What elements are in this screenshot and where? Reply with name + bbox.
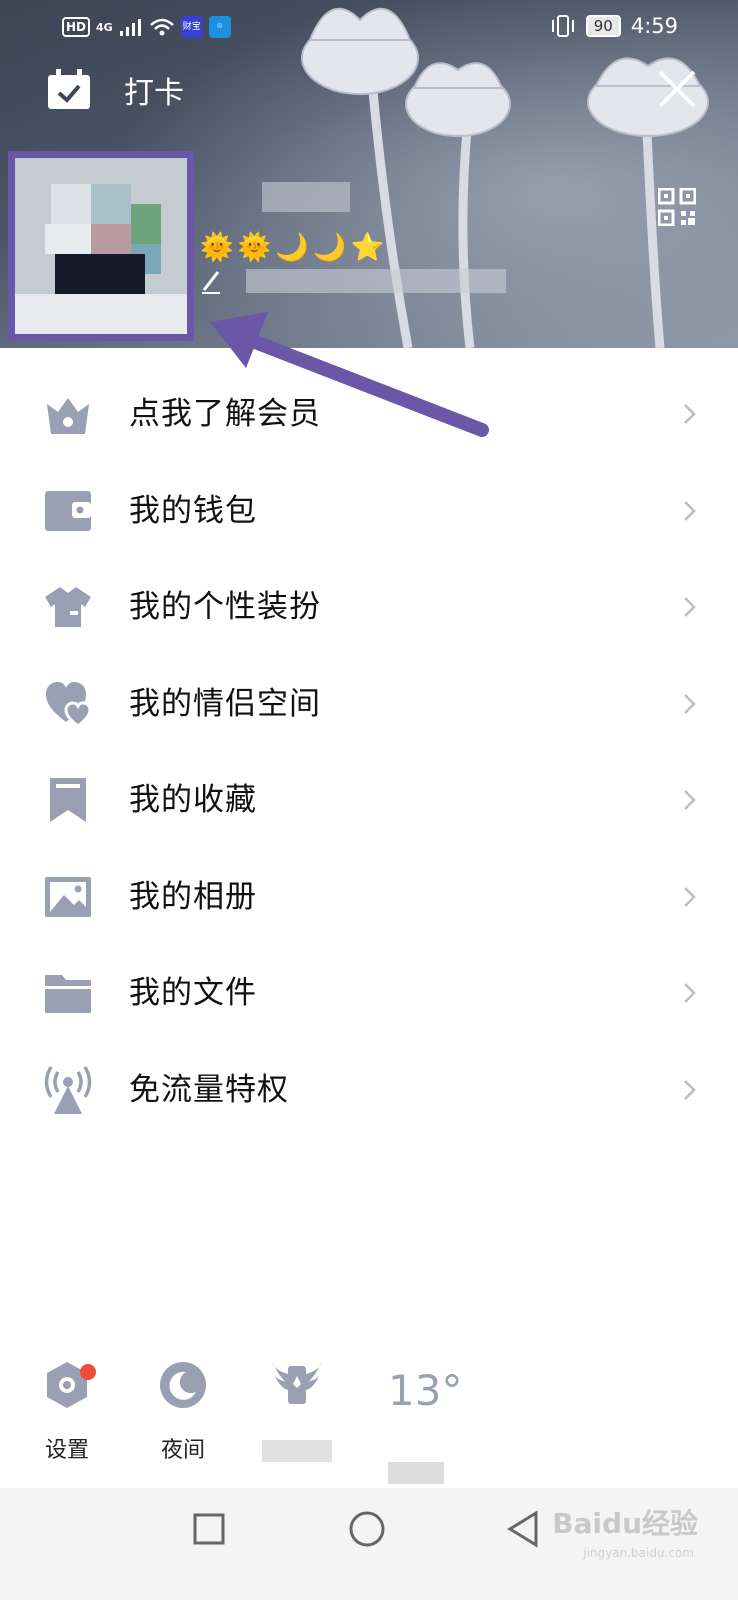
app-screen: HD 4G 财宝 ⌾ 90 4:59 打卡 🌞 🌞 🌙 🌙 ⭐ 点我了解会员 我…: [0, 0, 738, 1600]
chevron-right-icon: [684, 886, 696, 907]
menu-item-couple-space[interactable]: 我的情侣空间: [0, 656, 738, 753]
chevron-right-icon: [684, 693, 696, 714]
avatar-image-blurred: [15, 158, 187, 334]
level-badge-sun: 🌞: [200, 232, 234, 263]
status-bar: HD 4G 财宝 ⌾ 90 4:59: [0, 0, 738, 58]
streak-label-blurred: [262, 1440, 332, 1462]
menu-item-files[interactable]: 我的文件: [0, 945, 738, 1042]
chevron-right-icon: [684, 1079, 696, 1100]
battery-indicator: 90: [585, 15, 621, 37]
level-badge-moon: 🌙: [275, 232, 309, 263]
home-circle-icon[interactable]: [348, 1510, 386, 1548]
menu-item-theme[interactable]: 我的个性装扮: [0, 559, 738, 656]
night-mode-button[interactable]: 夜间: [138, 1360, 228, 1464]
menu-item-label: 我的收藏: [129, 782, 257, 818]
menu-item-label: 我的个性装扮: [129, 589, 321, 625]
signature-blurred: [246, 269, 506, 293]
hd-indicator: HD: [62, 17, 91, 37]
chevron-right-icon: [684, 500, 696, 521]
menu-item-label: 我的相册: [129, 878, 257, 915]
app-notification-badge: 财宝: [180, 16, 203, 38]
signal-icon: [119, 19, 141, 36]
status-left-icons: HD 4G 财宝 ⌾: [62, 16, 231, 38]
folder-icon: [45, 975, 91, 1013]
network-type: 4G: [96, 20, 113, 34]
checkin-label: 打卡: [124, 76, 184, 111]
signature-edit[interactable]: [200, 268, 506, 294]
chevron-right-icon: [684, 597, 696, 617]
wallet-icon: [45, 490, 91, 531]
menu-item-label: 我的钱包: [129, 492, 257, 529]
bookmark-icon: [50, 778, 86, 822]
settings-label: 设置: [44, 1438, 89, 1463]
recent-apps-square-icon[interactable]: [192, 1512, 226, 1546]
menu-item-album[interactable]: 我的相册: [0, 849, 738, 946]
menu-item-membership[interactable]: 点我了解会员: [0, 366, 738, 463]
settings-button[interactable]: 设置: [22, 1360, 112, 1464]
night-mode-label: 夜间: [160, 1438, 205, 1463]
menu-item-wallet[interactable]: 我的钱包: [0, 463, 738, 560]
menu-item-label: 我的文件: [129, 975, 257, 1011]
antenna-icon: [44, 1065, 92, 1114]
weather-temperature[interactable]: 13°: [388, 1366, 462, 1415]
tshirt-icon: [45, 587, 91, 627]
level-badge-star: ⭐: [350, 232, 385, 263]
close-icon[interactable]: [656, 68, 698, 110]
calendar-check-icon: [48, 69, 90, 109]
menu-item-data-free[interactable]: 免流量特权: [0, 1042, 738, 1139]
menu-item-label: 免流量特权: [129, 1071, 289, 1108]
qr-code-icon[interactable]: [658, 188, 696, 226]
menu-item-label: 我的情侣空间: [129, 685, 321, 722]
checkin-button[interactable]: 打卡: [46, 68, 184, 112]
system-navigation-bar: Baidu经验 jingyan.baidu.com: [0, 1488, 738, 1600]
side-menu: 点我了解会员 我的钱包 我的个性装扮 我的情侣空间 我的收藏 我的相册 我的文件…: [0, 366, 738, 1138]
chevron-right-icon: [684, 790, 696, 810]
nickname-blurred: [262, 182, 350, 212]
level-badge-moon: 🌙: [312, 232, 347, 263]
watermark-url: jingyan.baidu.com: [583, 1546, 694, 1560]
crown-icon: [47, 398, 89, 434]
pencil-icon: [202, 271, 220, 294]
wifi-icon: [149, 18, 174, 36]
avatar[interactable]: [8, 151, 194, 341]
menu-item-label: 点我了解会员: [129, 396, 321, 432]
watermark-logo: Baidu经验: [552, 1507, 698, 1540]
back-triangle-icon[interactable]: [506, 1510, 540, 1548]
level-badge-sun: 🌞: [237, 232, 272, 263]
winged-badge-icon: [272, 1362, 322, 1404]
chevron-right-icon: [684, 404, 696, 424]
status-right-icons: 90 4:59: [550, 14, 678, 38]
chevron-right-icon: [684, 983, 696, 1003]
vibrate-icon: [551, 15, 574, 37]
level-badges: 🌞 🌞 🌙 🌙 ⭐: [200, 232, 384, 264]
image-icon: [45, 876, 91, 917]
weather-location-blurred: [388, 1462, 444, 1484]
hearts-icon: [46, 681, 92, 728]
streak-button[interactable]: [252, 1360, 342, 1462]
notification-dot: [80, 1364, 96, 1380]
app-notification-icon: ⌾: [208, 16, 231, 38]
menu-item-favorites[interactable]: 我的收藏: [0, 752, 738, 849]
moon-icon: [160, 1362, 206, 1408]
bottom-actions: 设置 夜间: [0, 1360, 738, 1480]
clock: 4:59: [630, 14, 678, 38]
